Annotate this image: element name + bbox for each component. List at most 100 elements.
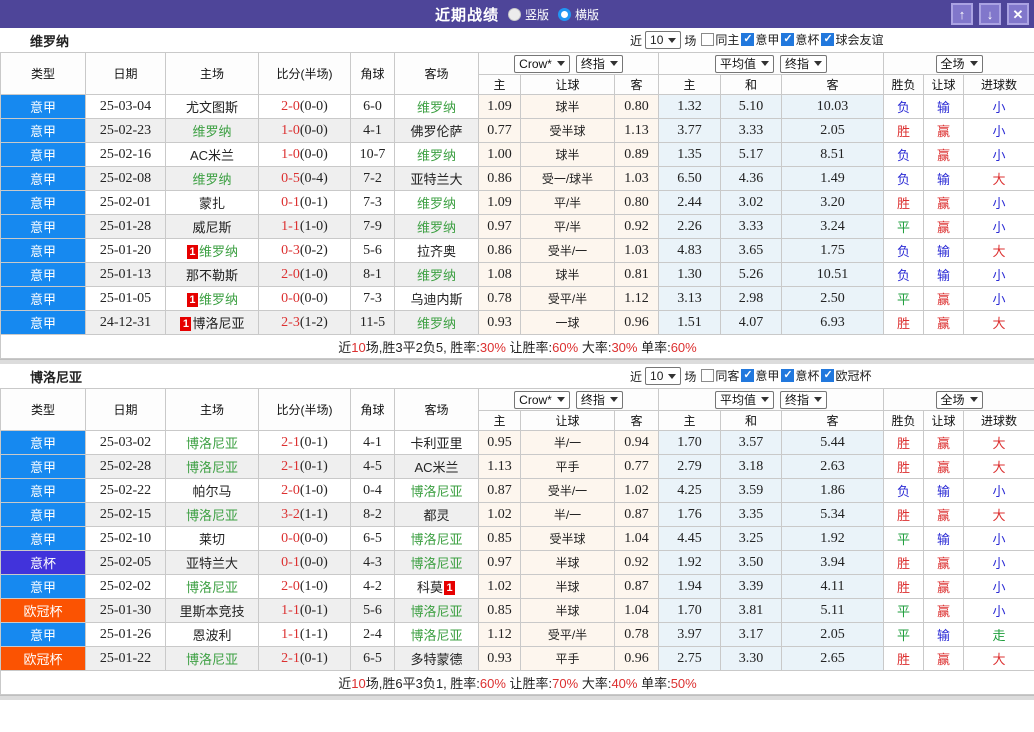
fulltime-score: 1-1 [281, 218, 300, 234]
avg-away-odds: 5.11 [780, 598, 885, 623]
full-match-select[interactable]: 全场 [935, 54, 983, 73]
close-button[interactable]: ✕ [1007, 3, 1029, 25]
match-count-value: 10 [650, 33, 664, 47]
match-count-select[interactable]: 10 [645, 31, 682, 49]
team-name: 博洛尼亚 [192, 316, 245, 331]
move-up-button[interactable]: ↑ [951, 3, 973, 25]
handicap-line: 平/半 [520, 190, 615, 215]
radio-horizontal-layout[interactable]: 横版 [558, 6, 599, 23]
avg-final-odds-select[interactable]: 终指 [780, 54, 828, 73]
summary-segment: 场,胜3平2负5, 胜率: [365, 340, 480, 355]
league-badge: 意甲 [0, 286, 86, 311]
score-cell: 1-1(0-1) [258, 598, 351, 623]
filter-checkbox-同客[interactable]: 同客 [701, 367, 739, 384]
avg-home-odds: 4.25 [658, 478, 721, 503]
away-team-cell: 乌迪内斯 [394, 286, 479, 311]
fulltime-score: 2-1 [281, 650, 300, 666]
avg-draw-odds: 3.25 [720, 526, 782, 551]
average-odds-select[interactable]: 平均值 [714, 54, 774, 73]
handicap-line: 受一/球半 [520, 166, 615, 191]
home-team-cell: 尤文图斯 [165, 94, 259, 119]
crow-home-odds: 0.97 [478, 214, 521, 239]
team-name: 恩波利 [192, 628, 232, 643]
recent-results-panel: 近期战绩 竖版 横版 ↑ ↓ ✕ 维罗纳 近 10 场 同主 ✓ 意甲 ✓ 意杯… [0, 0, 1034, 700]
average-odds-select[interactable]: 平均值 [714, 390, 774, 409]
col-header-score: 比分(半场) [258, 388, 351, 431]
avg-away-odds: 2.65 [780, 646, 885, 671]
chevron-down-icon [761, 61, 769, 66]
team-name: 蒙扎 [198, 196, 225, 211]
team-name: 博洛尼亚 [410, 628, 463, 643]
filter-checkbox-意杯[interactable]: 意杯 [781, 367, 819, 384]
crow-home-odds: 1.08 [478, 262, 521, 287]
summary-segment: 60% [479, 676, 506, 691]
col-header-corner: 角球 [350, 52, 395, 95]
subcol-avg-draw: 和 [720, 74, 782, 95]
subcol-outcome: 胜负 [883, 74, 925, 95]
corners-cell: 8-2 [350, 502, 395, 527]
date-cell: 25-03-02 [85, 430, 166, 455]
avg-home-odds: 1.92 [658, 550, 721, 575]
home-team-cell: 博洛尼亚 [165, 430, 259, 455]
crow-away-odds: 0.87 [614, 502, 659, 527]
col-header-corner: 角球 [350, 388, 395, 431]
handicap-line: 半球 [520, 598, 615, 623]
move-down-button[interactable]: ↓ [979, 3, 1001, 25]
subcol-crow-away: 客 [614, 410, 659, 431]
avg-final-odds-select[interactable]: 终指 [780, 390, 828, 409]
handicap-line: 球半 [520, 142, 615, 167]
team-section-bologna: 博洛尼亚 近 10 场 同客意甲意杯欧冠杯 类型 日 [0, 364, 1034, 695]
outcome-result: 平 [883, 622, 925, 647]
handicap-result: 赢 [923, 502, 965, 527]
halftime-score: (0-1) [299, 458, 328, 474]
fulltime-score: 3-2 [281, 506, 300, 522]
goals-result: 小 [963, 286, 1034, 311]
filter-checkbox-球会友谊[interactable]: 球会友谊 [821, 31, 883, 48]
crow-final-odds-select[interactable]: 终指 [575, 390, 623, 409]
checkbox-checked-icon [821, 32, 835, 46]
score-cell: 1-0(0-0) [258, 118, 351, 143]
home-team-cell: 1 维罗纳 [165, 286, 259, 311]
fulltime-score: 2-3 [281, 314, 300, 330]
score-cell: 0-1(0-0) [258, 550, 351, 575]
radio-selected-icon [507, 7, 521, 21]
crow-away-odds: 0.77 [614, 454, 659, 479]
outcome-result: 胜 [883, 310, 925, 335]
bookmaker-select[interactable]: Crow* [514, 54, 570, 73]
corners-cell: 7-3 [350, 190, 395, 215]
radio-vertical-layout[interactable]: 竖版 [507, 6, 549, 23]
league-badge: 意甲 [0, 94, 86, 119]
match-row: 意甲 25-02-22 帕尔马 2-0(1-0) 0-4 博洛尼亚 0.87 受半/一 1.02… [0, 478, 1034, 503]
filter-checkbox-意杯[interactable]: 意杯 [781, 31, 819, 48]
match-count-select[interactable]: 10 [645, 367, 682, 385]
crow-home-odds: 0.85 [478, 526, 521, 551]
halftime-score: (0-0) [299, 290, 328, 306]
handicap-line: 平手 [520, 646, 615, 671]
corners-cell: 4-5 [350, 454, 395, 479]
league-badge: 意甲 [0, 310, 86, 335]
avg-home-odds: 1.70 [658, 598, 721, 623]
filter-checkbox-同主[interactable]: 同主 [701, 31, 739, 48]
filter-row: 维罗纳 近 10 场 同主 意甲 意杯 球会友谊 [0, 28, 1034, 52]
league-badge: 意甲 [0, 142, 86, 167]
avg-home-odds: 1.70 [658, 430, 721, 455]
match-row: 意甲 25-02-01 蒙扎 0-1(0-1) 7-3 维罗纳 1.09 平/半 0.80 2.4… [0, 190, 1034, 215]
home-team-cell: 维罗纳 [165, 166, 259, 191]
full-match-select[interactable]: 全场 [935, 390, 983, 409]
avg-away-odds: 5.34 [780, 502, 885, 527]
score-cell: 1-1(1-0) [258, 214, 351, 239]
crow-final-odds-select[interactable]: 终指 [575, 54, 623, 73]
chevron-down-icon [668, 37, 677, 43]
filter-checkbox-意甲[interactable]: 意甲 [741, 31, 779, 48]
league-badge: 意甲 [0, 238, 86, 263]
league-badge: 意甲 [0, 190, 86, 215]
team-name: AC米兰 [414, 460, 459, 475]
crow-home-odds: 0.97 [478, 550, 521, 575]
filter-prefix: 近 [630, 33, 643, 48]
bookmaker-select[interactable]: Crow* [514, 390, 570, 409]
home-team-cell: 恩波利 [165, 622, 259, 647]
filter-checkbox-欧冠杯[interactable]: 欧冠杯 [821, 367, 871, 384]
col-header-home: 主场 [165, 388, 259, 431]
league-badge: 意甲 [0, 430, 86, 455]
filter-checkbox-意甲[interactable]: 意甲 [741, 367, 779, 384]
